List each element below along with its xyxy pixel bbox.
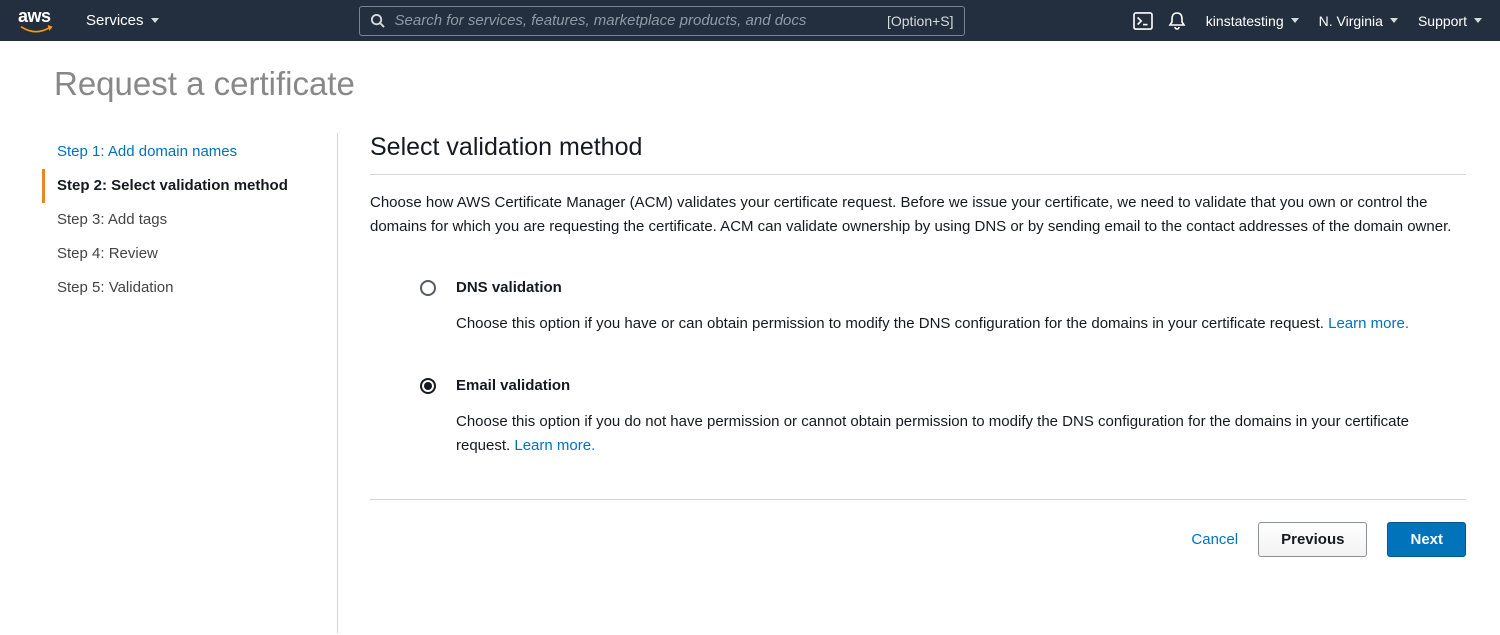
- search-icon: [370, 13, 385, 28]
- caret-down-icon: [1474, 18, 1482, 23]
- wizard-step-4[interactable]: Step 4: Review: [42, 237, 337, 271]
- learn-more-email[interactable]: Learn more.: [514, 437, 595, 454]
- caret-down-icon: [151, 18, 159, 23]
- cancel-button[interactable]: Cancel: [1191, 531, 1238, 548]
- learn-more-dns[interactable]: Learn more.: [1328, 315, 1409, 332]
- option-label-dns: DNS validation: [456, 279, 1409, 296]
- region-name: N. Virginia: [1319, 13, 1383, 29]
- cloudshell-button[interactable]: [1133, 12, 1153, 30]
- wizard-main: Select validation method Choose how AWS …: [338, 133, 1466, 633]
- region-menu[interactable]: N. Virginia: [1319, 13, 1398, 29]
- option-body-email: Email validation Choose this option if yo…: [456, 377, 1416, 457]
- previous-button[interactable]: Previous: [1258, 522, 1367, 557]
- search-shortcut: [Option+S]: [887, 13, 954, 29]
- services-label: Services: [86, 12, 144, 29]
- wizard-step-1[interactable]: Step 1: Add domain names: [42, 135, 337, 169]
- account-name: kinstatesting: [1206, 13, 1284, 29]
- button-row: Cancel Previous Next: [370, 500, 1466, 587]
- radio-dns[interactable]: [420, 280, 436, 296]
- support-label: Support: [1418, 13, 1467, 29]
- wizard-steps: Step 1: Add domain namesStep 2: Select v…: [54, 133, 338, 633]
- bell-icon: [1168, 11, 1186, 31]
- account-menu[interactable]: kinstatesting: [1206, 13, 1299, 29]
- cloudshell-icon: [1133, 12, 1153, 30]
- section-title: Select validation method: [370, 133, 1466, 175]
- next-button[interactable]: Next: [1387, 522, 1466, 557]
- services-menu[interactable]: Services: [86, 12, 159, 29]
- caret-down-icon: [1291, 18, 1299, 23]
- wizard-step-3[interactable]: Step 3: Add tags: [42, 203, 337, 237]
- page-content: Request a certificate Step 1: Add domain…: [0, 41, 1500, 633]
- search-bar[interactable]: [Option+S]: [359, 6, 965, 36]
- support-menu[interactable]: Support: [1418, 13, 1482, 29]
- option-desc-email: Choose this option if you do not have pe…: [456, 410, 1416, 457]
- aws-logo[interactable]: aws: [18, 6, 54, 35]
- top-nav: aws Services [Option+S]: [0, 0, 1500, 41]
- option-desc-dns: Choose this option if you have or can ob…: [456, 312, 1409, 335]
- option-email: Email validation Choose this option if yo…: [420, 377, 1466, 457]
- option-body-dns: DNS validation Choose this option if you …: [456, 279, 1409, 335]
- search-input[interactable]: [395, 12, 887, 29]
- wizard-step-2[interactable]: Step 2: Select validation method: [42, 169, 337, 203]
- notifications-button[interactable]: [1168, 11, 1186, 31]
- section-description: Choose how AWS Certificate Manager (ACM)…: [370, 191, 1466, 239]
- option-label-email: Email validation: [456, 377, 1416, 394]
- radio-email[interactable]: [420, 378, 436, 394]
- caret-down-icon: [1390, 18, 1398, 23]
- aws-logo-text: aws: [18, 6, 54, 27]
- validation-options: DNS validation Choose this option if you …: [370, 279, 1466, 457]
- wizard-step-5[interactable]: Step 5: Validation: [42, 271, 337, 305]
- option-dns: DNS validation Choose this option if you …: [420, 279, 1466, 335]
- page-title: Request a certificate: [54, 65, 1466, 103]
